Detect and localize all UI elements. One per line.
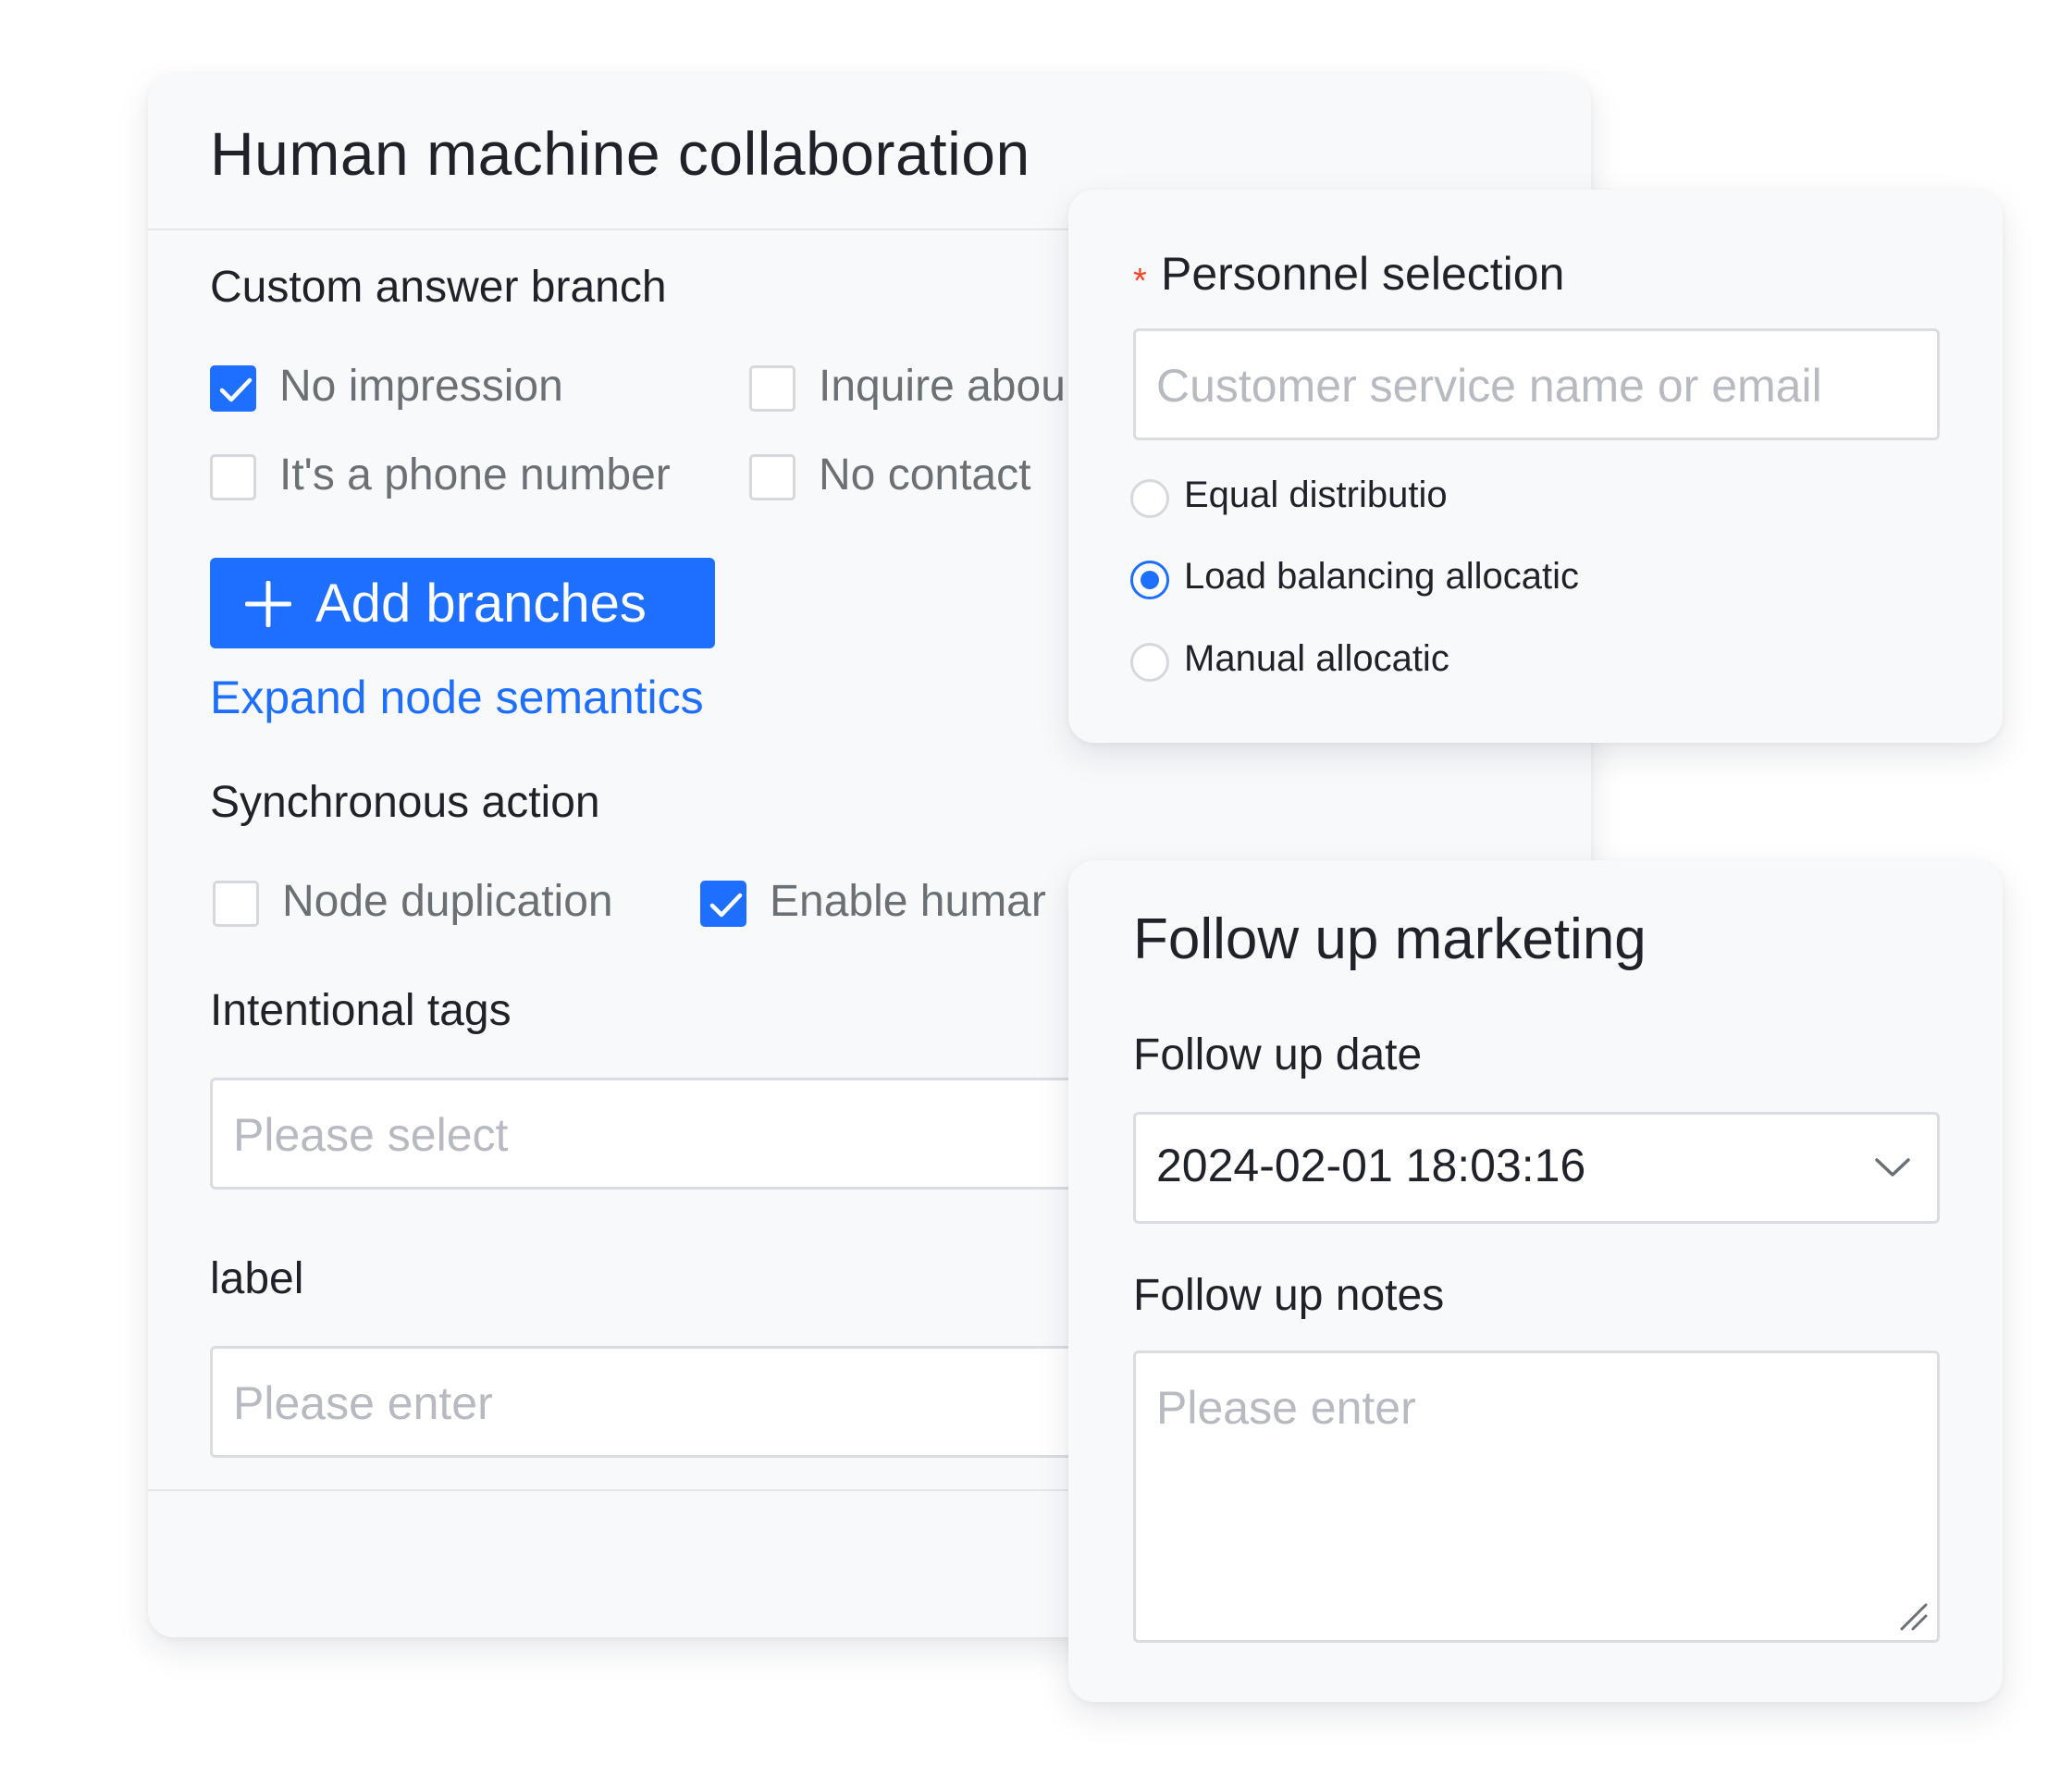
synchronous-action-label: Synchronous action <box>210 778 600 827</box>
label-field-label: label <box>210 1254 304 1303</box>
radio-load-balancing[interactable] <box>1130 561 1169 599</box>
checkbox-no-impression[interactable] <box>210 365 256 412</box>
follow-up-marketing-panel: Follow up marketing Follow up date 2024-… <box>1068 860 2003 1702</box>
checkbox-enable-human[interactable] <box>700 881 746 927</box>
checkbox-label[interactable]: Enable humar <box>770 876 1046 927</box>
radio-label[interactable]: Equal distributio <box>1184 475 1466 516</box>
personnel-selection-panel: * Personnel selection Customer service n… <box>1068 190 2003 743</box>
custom-answer-branch-label: Custom answer branch <box>210 263 667 312</box>
checkbox-label[interactable]: No impression <box>279 361 563 412</box>
radio-equal-distribution[interactable] <box>1130 479 1169 518</box>
select-placeholder: Please select <box>233 1109 509 1161</box>
checkbox-node-duplication[interactable] <box>213 881 259 927</box>
intentional-tags-label: Intentional tags <box>210 986 512 1035</box>
input-placeholder: Please enter <box>233 1377 493 1429</box>
radio-label[interactable]: Load balancing allocatic <box>1184 556 1589 598</box>
date-value: 2024-02-01 18:03:16 <box>1156 1140 1586 1191</box>
panel-title: Human machine collaboration <box>210 119 1030 188</box>
radio-label[interactable]: Manual allocatic <box>1184 638 1462 680</box>
checkbox-no-contact[interactable] <box>749 454 796 500</box>
checkbox-label[interactable]: No contact <box>819 450 1030 500</box>
expand-node-semantics-link[interactable]: Expand node semantics <box>210 671 704 724</box>
checkbox-label[interactable]: It's a phone number <box>279 450 671 500</box>
add-branches-label: Add branches <box>315 574 647 634</box>
follow-up-notes-label: Follow up notes <box>1133 1271 1445 1320</box>
add-branches-button[interactable]: Add branches <box>210 558 715 648</box>
follow-up-notes-textarea[interactable]: Please enter <box>1133 1350 1940 1643</box>
follow-up-date-picker[interactable]: 2024-02-01 18:03:16 <box>1133 1112 1940 1224</box>
check-icon <box>219 377 253 402</box>
textarea-placeholder: Please enter <box>1156 1382 1416 1434</box>
resize-handle-icon[interactable] <box>1898 1601 1930 1633</box>
personnel-selection-label: Personnel selection <box>1161 248 1565 300</box>
checkbox-phone-number[interactable] <box>210 454 256 500</box>
radio-manual-allocation[interactable] <box>1130 643 1169 682</box>
follow-up-date-label: Follow up date <box>1133 1030 1423 1079</box>
required-mark: * <box>1133 262 1147 301</box>
checkbox-inquire-about[interactable] <box>749 365 796 412</box>
follow-up-title: Follow up marketing <box>1133 907 1646 971</box>
chevron-down-icon <box>1875 1158 1910 1177</box>
personnel-search-input[interactable]: Customer service name or email <box>1133 328 1940 440</box>
plus-icon <box>245 581 291 627</box>
checkbox-label[interactable]: Node duplication <box>282 876 613 927</box>
input-placeholder: Customer service name or email <box>1156 360 1822 412</box>
page: Human machine collaboration Custom answe… <box>0 0 2072 1776</box>
checkbox-label[interactable]: Inquire abou <box>819 361 1066 412</box>
check-icon <box>709 893 743 918</box>
